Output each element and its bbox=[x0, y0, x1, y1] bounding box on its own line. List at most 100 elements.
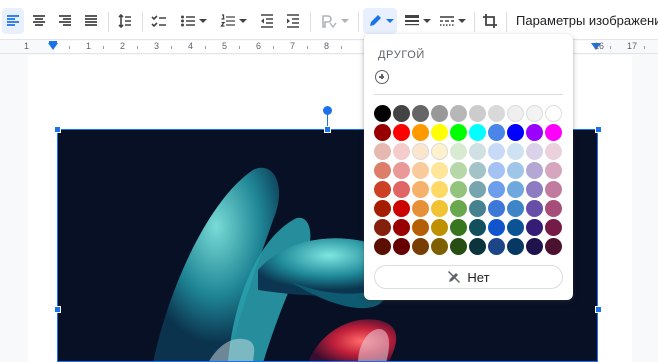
color-swatch[interactable] bbox=[450, 200, 467, 217]
add-custom-color-icon[interactable] bbox=[375, 70, 389, 84]
color-swatch[interactable] bbox=[450, 181, 467, 198]
border-dash-button[interactable] bbox=[436, 8, 468, 34]
color-swatch[interactable] bbox=[412, 181, 429, 198]
color-swatch[interactable] bbox=[374, 181, 391, 198]
color-swatch[interactable] bbox=[412, 238, 429, 255]
color-swatch[interactable] bbox=[507, 124, 524, 141]
color-swatch[interactable] bbox=[488, 105, 505, 122]
color-swatch[interactable] bbox=[488, 181, 505, 198]
resize-handle-top-left[interactable] bbox=[54, 126, 61, 133]
color-swatch[interactable] bbox=[488, 200, 505, 217]
color-swatch[interactable] bbox=[412, 219, 429, 236]
align-justify-button[interactable] bbox=[80, 8, 102, 34]
color-swatch[interactable] bbox=[374, 105, 391, 122]
color-swatch[interactable] bbox=[431, 238, 448, 255]
color-swatch[interactable] bbox=[507, 105, 524, 122]
color-swatch[interactable] bbox=[545, 200, 562, 217]
color-swatch[interactable] bbox=[526, 105, 543, 122]
color-swatch[interactable] bbox=[412, 200, 429, 217]
color-swatch[interactable] bbox=[545, 105, 562, 122]
color-swatch[interactable] bbox=[393, 162, 410, 179]
color-swatch[interactable] bbox=[431, 162, 448, 179]
color-swatch[interactable] bbox=[545, 143, 562, 160]
color-swatch[interactable] bbox=[488, 219, 505, 236]
color-swatch[interactable] bbox=[393, 143, 410, 160]
resize-handle-right[interactable] bbox=[595, 306, 602, 313]
border-color-button[interactable] bbox=[363, 8, 397, 34]
color-swatch[interactable] bbox=[412, 143, 429, 160]
color-swatch[interactable] bbox=[488, 124, 505, 141]
color-swatch[interactable] bbox=[545, 162, 562, 179]
color-swatch[interactable] bbox=[469, 124, 486, 141]
color-swatch[interactable] bbox=[450, 162, 467, 179]
color-swatch[interactable] bbox=[526, 143, 543, 160]
decrease-indent-button[interactable] bbox=[256, 8, 278, 34]
left-indent-marker[interactable] bbox=[48, 43, 58, 50]
color-swatch[interactable] bbox=[374, 143, 391, 160]
color-swatch[interactable] bbox=[526, 124, 543, 141]
color-swatch[interactable] bbox=[450, 105, 467, 122]
border-weight-button[interactable] bbox=[401, 8, 433, 34]
no-color-button[interactable]: Нет bbox=[374, 265, 563, 289]
color-swatch[interactable] bbox=[545, 219, 562, 236]
color-swatch[interactable] bbox=[469, 105, 486, 122]
color-swatch[interactable] bbox=[431, 143, 448, 160]
color-swatch[interactable] bbox=[374, 124, 391, 141]
color-swatch[interactable] bbox=[393, 181, 410, 198]
align-center-button[interactable] bbox=[28, 8, 50, 34]
color-swatch[interactable] bbox=[526, 200, 543, 217]
line-spacing-button[interactable] bbox=[114, 8, 136, 34]
color-swatch[interactable] bbox=[412, 124, 429, 141]
color-swatch[interactable] bbox=[450, 238, 467, 255]
color-swatch[interactable] bbox=[450, 219, 467, 236]
color-swatch[interactable] bbox=[374, 162, 391, 179]
image-options-button[interactable]: Параметры изображений bbox=[510, 8, 658, 34]
align-left-button[interactable] bbox=[2, 8, 24, 34]
color-swatch[interactable] bbox=[431, 200, 448, 217]
bulleted-list-button[interactable] bbox=[176, 8, 210, 34]
color-swatch[interactable] bbox=[393, 124, 410, 141]
color-swatch[interactable] bbox=[374, 200, 391, 217]
align-right-button[interactable] bbox=[54, 8, 76, 34]
color-swatch[interactable] bbox=[526, 219, 543, 236]
color-swatch[interactable] bbox=[431, 181, 448, 198]
color-swatch[interactable] bbox=[507, 238, 524, 255]
color-swatch[interactable] bbox=[450, 143, 467, 160]
color-swatch[interactable] bbox=[374, 219, 391, 236]
color-swatch[interactable] bbox=[450, 124, 467, 141]
color-swatch[interactable] bbox=[412, 162, 429, 179]
rotate-handle[interactable] bbox=[323, 106, 332, 115]
color-swatch[interactable] bbox=[507, 200, 524, 217]
resize-handle-left[interactable] bbox=[54, 306, 61, 313]
color-swatch[interactable] bbox=[469, 219, 486, 236]
checklist-button[interactable] bbox=[148, 8, 170, 34]
color-swatch[interactable] bbox=[526, 181, 543, 198]
color-swatch[interactable] bbox=[393, 238, 410, 255]
color-swatch[interactable] bbox=[469, 143, 486, 160]
color-swatch[interactable] bbox=[526, 238, 543, 255]
color-swatch[interactable] bbox=[488, 162, 505, 179]
color-swatch[interactable] bbox=[469, 200, 486, 217]
color-swatch[interactable] bbox=[469, 181, 486, 198]
color-swatch[interactable] bbox=[393, 200, 410, 217]
color-swatch[interactable] bbox=[507, 219, 524, 236]
color-swatch[interactable] bbox=[507, 143, 524, 160]
color-swatch[interactable] bbox=[545, 124, 562, 141]
color-swatch[interactable] bbox=[545, 238, 562, 255]
color-swatch[interactable] bbox=[393, 219, 410, 236]
color-swatch[interactable] bbox=[507, 181, 524, 198]
numbered-list-button[interactable] bbox=[216, 8, 250, 34]
color-swatch[interactable] bbox=[469, 162, 486, 179]
color-swatch[interactable] bbox=[488, 238, 505, 255]
color-swatch[interactable] bbox=[412, 105, 429, 122]
color-swatch[interactable] bbox=[431, 105, 448, 122]
color-swatch[interactable] bbox=[526, 162, 543, 179]
color-swatch[interactable] bbox=[431, 219, 448, 236]
color-swatch[interactable] bbox=[507, 162, 524, 179]
color-swatch[interactable] bbox=[393, 105, 410, 122]
paint-format-button[interactable] bbox=[316, 8, 352, 34]
resize-handle-top-right[interactable] bbox=[595, 126, 602, 133]
increase-indent-button[interactable] bbox=[282, 8, 304, 34]
color-swatch[interactable] bbox=[545, 181, 562, 198]
color-swatch[interactable] bbox=[431, 124, 448, 141]
